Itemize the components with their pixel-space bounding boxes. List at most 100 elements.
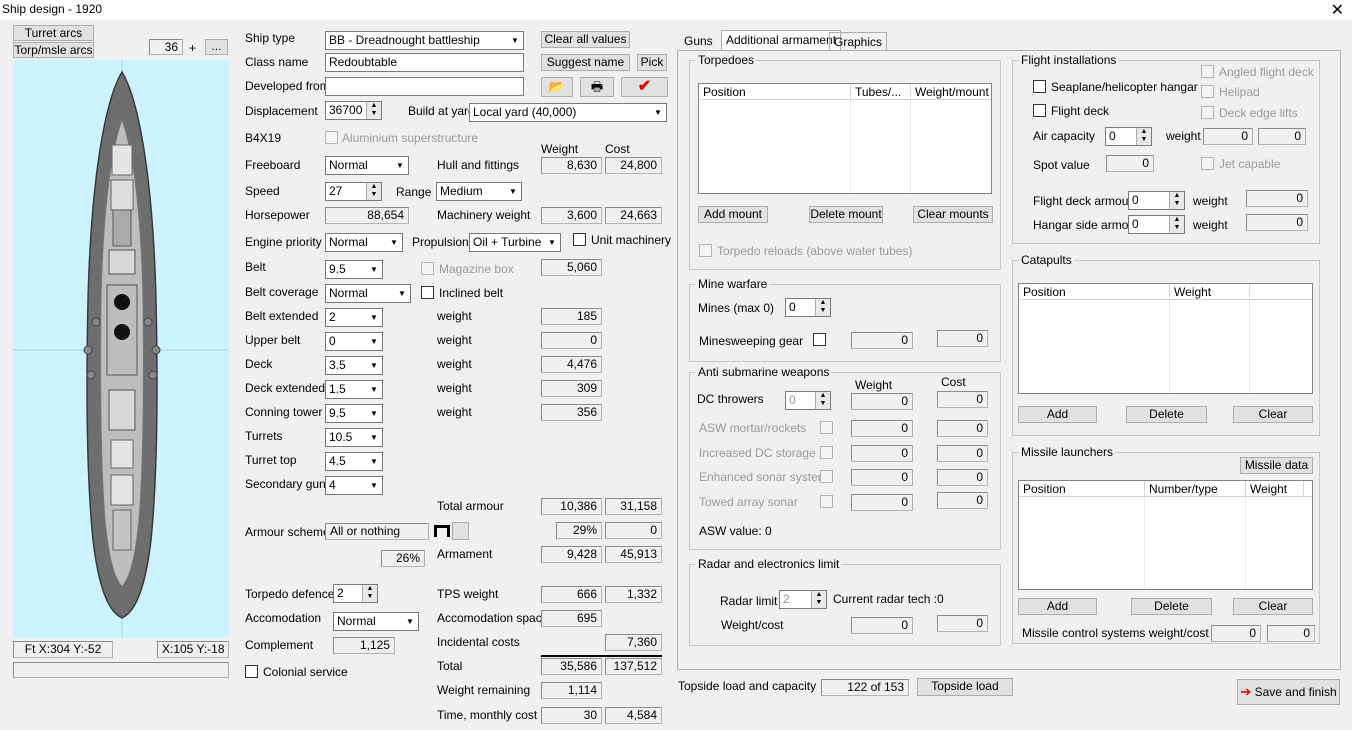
freeboard-select[interactable]: Normal ▼ bbox=[325, 156, 409, 175]
belt-coverage-value: Normal bbox=[329, 286, 368, 300]
col-position[interactable]: Position bbox=[699, 84, 851, 100]
spinner-arrows-icon[interactable]: ▲ ▼ bbox=[1169, 216, 1184, 233]
belt-extended-select[interactable]: 2 ▼ bbox=[325, 308, 383, 327]
print-button[interactable]: 🖶 bbox=[580, 77, 614, 97]
ship-view[interactable] bbox=[13, 60, 229, 638]
spinner-arrows-icon[interactable]: ▲ ▼ bbox=[815, 392, 830, 409]
minesweeping-checkbox[interactable] bbox=[813, 333, 826, 346]
turrets-select[interactable]: 10.5 ▼ bbox=[325, 428, 383, 447]
developed-from-input[interactable] bbox=[325, 77, 524, 96]
missile-clear-button[interactable]: Clear bbox=[1233, 598, 1313, 615]
torpedo-mounts-list[interactable]: Position Tubes/... Weight/mount bbox=[698, 83, 992, 194]
turret-top-select[interactable]: 4.5 ▼ bbox=[325, 452, 383, 471]
pick-button[interactable]: Pick bbox=[637, 54, 667, 71]
spinner-arrows-icon[interactable]: ▲ ▼ bbox=[1169, 192, 1184, 209]
col-tubes[interactable]: Tubes/... bbox=[851, 84, 911, 100]
col-position[interactable]: Position bbox=[1019, 481, 1145, 497]
hangar-armour-spinner[interactable]: 0 ▲ ▼ bbox=[1128, 215, 1185, 234]
zoom-plus-button[interactable]: + bbox=[189, 41, 196, 55]
displacement-spinner[interactable]: 36700 ▲ ▼ bbox=[325, 101, 382, 120]
missile-data-button[interactable]: Missile data bbox=[1240, 457, 1313, 474]
missile-add-button[interactable]: Add bbox=[1018, 598, 1097, 615]
delete-mount-button[interactable]: Delete mount bbox=[809, 206, 883, 223]
engine-priority-select[interactable]: Normal ▼ bbox=[325, 233, 403, 252]
upper-belt-select[interactable]: 0 ▼ bbox=[325, 332, 383, 351]
missile-delete-button[interactable]: Delete bbox=[1131, 598, 1212, 615]
col-weight-mount[interactable]: Weight/mount bbox=[911, 84, 991, 100]
col-weight[interactable]: Weight bbox=[1246, 481, 1304, 497]
spinner-arrows-icon[interactable]: ▲ ▼ bbox=[815, 299, 830, 316]
flight-deck-armour-value: 0 bbox=[1132, 193, 1139, 207]
col-number-type[interactable]: Number/type bbox=[1145, 481, 1246, 497]
helipad-checkbox[interactable] bbox=[1201, 85, 1214, 98]
catapults-list[interactable]: Position Weight bbox=[1018, 283, 1313, 394]
propulsion-select[interactable]: Oil + Turbine ▼ bbox=[469, 233, 561, 252]
spinner-arrows-icon[interactable]: ▲ ▼ bbox=[1136, 128, 1151, 145]
colonial-service-checkbox[interactable] bbox=[245, 665, 258, 678]
turret-arcs-button[interactable]: Turret arcs bbox=[13, 25, 94, 41]
torp-arcs-button[interactable]: Torp/msle arcs bbox=[13, 42, 94, 58]
zoom-options-button[interactable]: ... bbox=[205, 39, 228, 55]
missile-control-cost: 0 bbox=[1267, 625, 1315, 642]
deck-extended-select[interactable]: 1.5 ▼ bbox=[325, 380, 383, 399]
asw-mortar-checkbox[interactable] bbox=[820, 421, 833, 434]
open-folder-button[interactable]: 📂 bbox=[541, 77, 573, 97]
catapult-add-button[interactable]: Add bbox=[1018, 406, 1097, 423]
status-bar bbox=[13, 662, 229, 678]
secondary-guns-select[interactable]: 4 ▼ bbox=[325, 476, 383, 495]
spinner-arrows-icon[interactable]: ▲ ▼ bbox=[362, 585, 377, 602]
clear-all-values-button[interactable]: Clear all values bbox=[541, 31, 630, 48]
tab-additional-armament[interactable]: Additional armament bbox=[721, 30, 842, 51]
accept-button[interactable]: ✔ bbox=[621, 77, 668, 97]
deck-select[interactable]: 3.5 ▼ bbox=[325, 356, 383, 375]
save-and-finish-button[interactable]: ➔ Save and finish bbox=[1237, 679, 1340, 705]
build-at-yard-select[interactable]: Local yard (40,000) ▼ bbox=[469, 103, 667, 122]
enhanced-sonar-checkbox[interactable] bbox=[820, 470, 833, 483]
radar-limit-spinner[interactable]: 2 ▲ ▼ bbox=[779, 590, 827, 609]
list-header: Position Tubes/... Weight/mount bbox=[699, 84, 991, 100]
conning-tower-select[interactable]: 9.5 ▼ bbox=[325, 404, 383, 423]
belt-select[interactable]: 9.5 ▼ bbox=[325, 260, 383, 279]
flight-deck-checkbox[interactable] bbox=[1033, 104, 1046, 117]
minesweeping-label: Minesweeping gear bbox=[699, 334, 804, 348]
inclined-belt-checkbox[interactable] bbox=[421, 286, 434, 299]
unit-machinery-checkbox[interactable] bbox=[573, 233, 586, 246]
armour-scheme-button[interactable] bbox=[452, 522, 469, 540]
ship-type-select[interactable]: BB - Dreadnought battleship ▼ bbox=[325, 31, 524, 50]
mines-spinner[interactable]: 0 ▲ ▼ bbox=[785, 298, 831, 317]
col-weight[interactable]: Weight bbox=[1170, 284, 1250, 300]
class-name-input[interactable]: Redoubtable bbox=[325, 53, 524, 72]
add-mount-button[interactable]: Add mount bbox=[698, 206, 768, 223]
suggest-name-button[interactable]: Suggest name bbox=[541, 54, 630, 71]
topside-load-button[interactable]: Topside load bbox=[917, 678, 1013, 696]
spinner-arrows-icon[interactable]: ▲ ▼ bbox=[366, 183, 381, 200]
spinner-arrows-icon[interactable]: ▲ ▼ bbox=[366, 102, 381, 119]
tab-guns[interactable]: Guns bbox=[680, 32, 717, 50]
belt-coverage-select[interactable]: Normal ▼ bbox=[325, 284, 411, 303]
aluminium-checkbox[interactable] bbox=[325, 131, 338, 144]
angled-deck-checkbox[interactable] bbox=[1201, 65, 1214, 78]
speed-spinner[interactable]: 27 ▲ ▼ bbox=[325, 182, 382, 201]
jet-capable-checkbox[interactable] bbox=[1201, 157, 1214, 170]
magazine-box-checkbox[interactable] bbox=[421, 262, 434, 275]
increased-dc-checkbox[interactable] bbox=[820, 446, 833, 459]
range-select[interactable]: Medium ▼ bbox=[436, 182, 522, 201]
seaplane-hangar-checkbox[interactable] bbox=[1033, 80, 1046, 93]
catapult-delete-button[interactable]: Delete bbox=[1126, 406, 1207, 423]
accomodation-select[interactable]: Normal ▼ bbox=[333, 612, 419, 631]
deck-edge-lifts-checkbox[interactable] bbox=[1201, 106, 1214, 119]
dc-throwers-spinner[interactable]: 0 ▲ ▼ bbox=[785, 391, 831, 410]
tab-graphics[interactable]: Graphics bbox=[829, 32, 888, 50]
col-position[interactable]: Position bbox=[1019, 284, 1170, 300]
torpedo-reloads-checkbox[interactable] bbox=[699, 244, 712, 257]
range-value: Medium bbox=[440, 184, 483, 198]
flight-deck-armour-spinner[interactable]: 0 ▲ ▼ bbox=[1128, 191, 1185, 210]
spinner-arrows-icon[interactable]: ▲ ▼ bbox=[811, 591, 826, 608]
catapult-clear-button[interactable]: Clear bbox=[1233, 406, 1313, 423]
missile-launchers-list[interactable]: Position Number/type Weight bbox=[1018, 480, 1313, 590]
close-icon[interactable]: ✕ bbox=[1331, 0, 1344, 20]
torpedo-defence-spinner[interactable]: 2 ▲ ▼ bbox=[333, 584, 378, 603]
air-capacity-spinner[interactable]: 0 ▲ ▼ bbox=[1105, 127, 1152, 146]
towed-array-checkbox[interactable] bbox=[820, 495, 833, 508]
clear-mounts-button[interactable]: Clear mounts bbox=[913, 206, 993, 223]
